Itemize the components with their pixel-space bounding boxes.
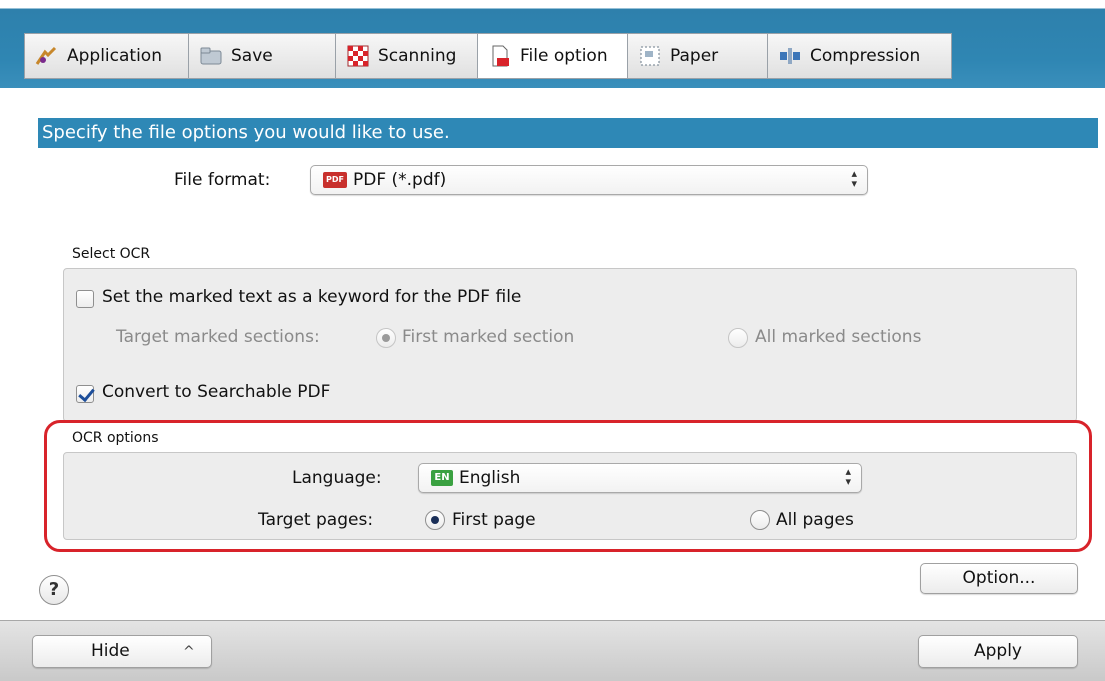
tab-file-option[interactable]: File option: [477, 33, 627, 79]
tab-label: Paper: [670, 46, 719, 66]
file-icon: [488, 44, 512, 68]
hide-button[interactable]: Hide ^: [32, 635, 212, 668]
all-pages-radio[interactable]: [750, 510, 770, 530]
section-heading: Specify the file options you would like …: [38, 118, 1098, 148]
ocr-options-title: OCR options: [72, 430, 159, 446]
first-marked-section-radio[interactable]: [376, 328, 396, 348]
apply-button[interactable]: Apply: [918, 635, 1078, 668]
paper-icon: [638, 44, 662, 68]
tab-compression[interactable]: Compression: [767, 33, 952, 79]
help-button[interactable]: ?: [39, 575, 69, 605]
chevron-up-icon: ^: [183, 644, 195, 660]
hide-button-label: Hide: [91, 641, 130, 661]
english-flag-icon: EN: [431, 470, 453, 486]
pdf-file-icon: PDF: [323, 172, 347, 188]
scanning-icon: [346, 44, 370, 68]
tab-label: Scanning: [378, 46, 457, 66]
first-page-radio[interactable]: [425, 510, 445, 530]
select-ocr-title: Select OCR: [72, 246, 151, 262]
tab-bar: Application Save Scanning File option Pa…: [24, 33, 952, 79]
all-marked-sections-label: All marked sections: [755, 327, 922, 347]
application-icon: [35, 44, 59, 68]
all-marked-sections-radio[interactable]: [728, 328, 748, 348]
language-value: English: [459, 468, 521, 488]
folder-icon: [199, 44, 223, 68]
tab-save[interactable]: Save: [188, 33, 335, 79]
language-label: Language:: [292, 468, 382, 488]
tab-label: Compression: [810, 46, 921, 66]
tab-scanning[interactable]: Scanning: [335, 33, 477, 79]
file-format-value: PDF (*.pdf): [353, 170, 447, 190]
compression-icon: [778, 44, 802, 68]
tab-paper[interactable]: Paper: [627, 33, 767, 79]
select-arrows-icon: ▴ ▾: [845, 465, 851, 488]
searchable-pdf-checkbox[interactable]: [76, 385, 94, 403]
first-marked-section-label: First marked section: [402, 327, 575, 347]
file-format-label: File format:: [174, 170, 271, 190]
keyword-checkbox-label: Set the marked text as a keyword for the…: [102, 287, 522, 307]
tab-label: Application: [67, 46, 162, 66]
target-pages-label: Target pages:: [258, 510, 374, 530]
file-format-select[interactable]: PDF PDF (*.pdf) ▴ ▾: [310, 165, 868, 195]
option-button[interactable]: Option...: [920, 563, 1078, 594]
keyword-checkbox[interactable]: [76, 290, 94, 308]
all-pages-label: All pages: [776, 510, 854, 530]
tab-label: Save: [231, 46, 273, 66]
searchable-pdf-label: Convert to Searchable PDF: [102, 382, 331, 402]
select-arrows-icon: ▴ ▾: [851, 167, 857, 190]
tab-application[interactable]: Application: [24, 33, 188, 79]
first-page-label: First page: [452, 510, 536, 530]
language-select[interactable]: EN English ▴ ▾: [418, 463, 862, 493]
tab-label: File option: [520, 46, 608, 66]
target-sections-label: Target marked sections:: [116, 327, 320, 347]
